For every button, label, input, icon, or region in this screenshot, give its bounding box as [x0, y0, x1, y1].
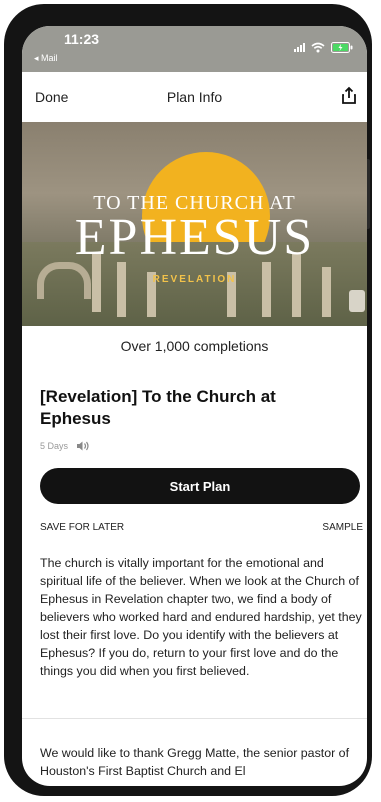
phone-frame: 11:23 ◂ Mail Done Plan Info TO THE CHURC…	[4, 4, 372, 796]
save-for-later-button[interactable]: SAVE FOR LATER	[40, 522, 124, 533]
plan-acknowledgement: We would like to thank Gregg Matte, the …	[40, 746, 350, 778]
status-icons	[294, 40, 353, 54]
status-time: 11:23	[64, 31, 100, 47]
wifi-icon	[311, 42, 325, 53]
signal-icon	[294, 42, 305, 52]
speaker-icon[interactable]	[76, 440, 90, 452]
plan-length: 5 Days	[40, 441, 69, 451]
divider	[22, 718, 367, 719]
plan-hero-image: TO THE CHURCH AT EPHESUS REVELATION	[22, 122, 367, 326]
sample-button[interactable]: SAMPLE	[322, 522, 363, 533]
hero-title-line2: EPHESUS	[74, 209, 315, 266]
page-title: Plan Info	[166, 89, 223, 105]
plan-description: The church is vitally important for the …	[40, 556, 362, 678]
nav-bar: Done Plan Info	[22, 72, 367, 122]
back-to-app-link[interactable]: ◂ Mail	[34, 53, 58, 64]
share-icon[interactable]	[339, 86, 359, 106]
plan-meta: 5 Days	[40, 440, 90, 452]
completions-count: Over 1,000 completions	[120, 338, 269, 354]
status-bar: 11:23 ◂ Mail	[22, 26, 367, 72]
screen: 11:23 ◂ Mail Done Plan Info TO THE CHURC…	[22, 26, 367, 786]
hero-title-line3: REVELATION	[152, 274, 237, 285]
plan-title: [Revelation] To the Church at Ephesus	[40, 387, 276, 428]
hero-badge	[349, 290, 365, 312]
battery-icon	[331, 41, 353, 53]
start-plan-button[interactable]: Start Plan	[40, 468, 360, 504]
